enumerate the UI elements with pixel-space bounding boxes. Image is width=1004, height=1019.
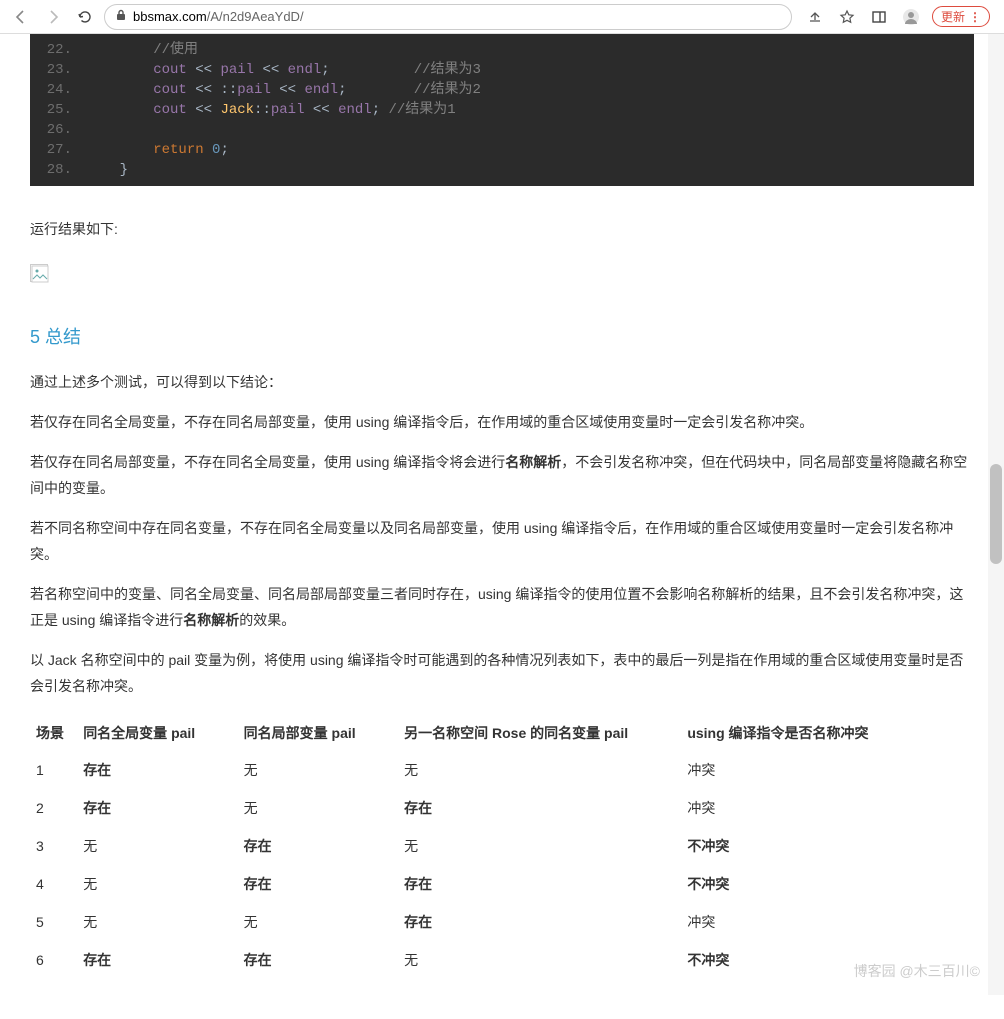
table-header: 同名全局变量 pail (77, 715, 237, 751)
para-1: 若仅存在同名全局变量，不存在同名局部变量，使用 using 编译指令后，在作用域… (30, 409, 974, 435)
para-2: 若仅存在同名局部变量，不存在同名全局变量，使用 using 编译指令将会进行名称… (30, 449, 974, 501)
code-block: 22. //使用 23. cout << pail << endl; //结果为… (30, 34, 974, 186)
update-button[interactable]: 更新 ⋮ (932, 6, 990, 27)
section-summary: 5 总结 (30, 323, 974, 349)
conflict-table: 场景同名全局变量 pail同名局部变量 pail另一名称空间 Rose 的同名变… (30, 715, 974, 979)
star-icon[interactable] (836, 6, 858, 28)
table-row: 1存在无无冲突 (30, 751, 974, 789)
table-row: 4无存在存在不冲突 (30, 865, 974, 903)
code-line: 24. cout << ::pail << endl; //结果为2 (30, 80, 974, 100)
broken-image-icon (30, 264, 48, 282)
lock-icon (115, 9, 127, 24)
table-body: 1存在无无冲突2存在无存在冲突3无存在无不冲突4无存在存在不冲突5无无存在冲突6… (30, 751, 974, 979)
code-line: 25. cout << Jack::pail << endl; //结果为1 (30, 100, 974, 120)
code-line: 23. cout << pail << endl; //结果为3 (30, 60, 974, 80)
page: 22. //使用 23. cout << pail << endl; //结果为… (0, 34, 1004, 1019)
para-5: 以 Jack 名称空间中的 pail 变量为例，将使用 using 编译指令时可… (30, 647, 974, 699)
table-header: 场景 (30, 715, 77, 751)
content: 22. //使用 23. cout << pail << endl; //结果为… (30, 34, 974, 1019)
para-3: 若不同名称空间中存在同名变量，不存在同名全局变量以及同名局部变量，使用 usin… (30, 515, 974, 567)
scrollbar-thumb[interactable] (990, 464, 1002, 564)
back-button[interactable] (8, 4, 34, 30)
browser-toolbar: bbsmax.com/A/n2d9AeaYdD/ 更新 ⋮ (0, 0, 1004, 34)
result-intro: 运行结果如下: (30, 216, 974, 242)
toolbar-right: 更新 ⋮ (798, 6, 996, 28)
table-row: 2存在无存在冲突 (30, 789, 974, 827)
para-4: 若名称空间中的变量、同名全局变量、同名局部局部变量三者同时存在，using 编译… (30, 581, 974, 633)
profile-icon[interactable] (900, 6, 922, 28)
address-bar[interactable]: bbsmax.com/A/n2d9AeaYdD/ (104, 4, 792, 30)
update-label: 更新 (941, 8, 965, 25)
reload-button[interactable] (72, 4, 98, 30)
table-header: using 编译指令是否名称冲突 (681, 715, 974, 751)
forward-button[interactable] (40, 4, 66, 30)
para-intro: 通过上述多个测试，可以得到以下结论： (30, 369, 974, 395)
code-line: 26. (30, 120, 974, 140)
panel-icon[interactable] (868, 6, 890, 28)
url-text: bbsmax.com/A/n2d9AeaYdD/ (133, 9, 304, 24)
code-line: 28. } (30, 160, 974, 180)
table-row: 6存在存在无不冲突 (30, 941, 974, 979)
scrollbar[interactable] (988, 34, 1004, 995)
menu-dots-icon: ⋮ (969, 10, 981, 24)
code-line: 27. return 0; (30, 140, 974, 160)
table-row: 5无无存在冲突 (30, 903, 974, 941)
share-icon[interactable] (804, 6, 826, 28)
table-header: 另一名称空间 Rose 的同名变量 pail (398, 715, 681, 751)
code-line: 22. //使用 (30, 40, 974, 60)
table-header: 同名局部变量 pail (238, 715, 398, 751)
table-row: 3无存在无不冲突 (30, 827, 974, 865)
table-header-row: 场景同名全局变量 pail同名局部变量 pail另一名称空间 Rose 的同名变… (30, 715, 974, 751)
